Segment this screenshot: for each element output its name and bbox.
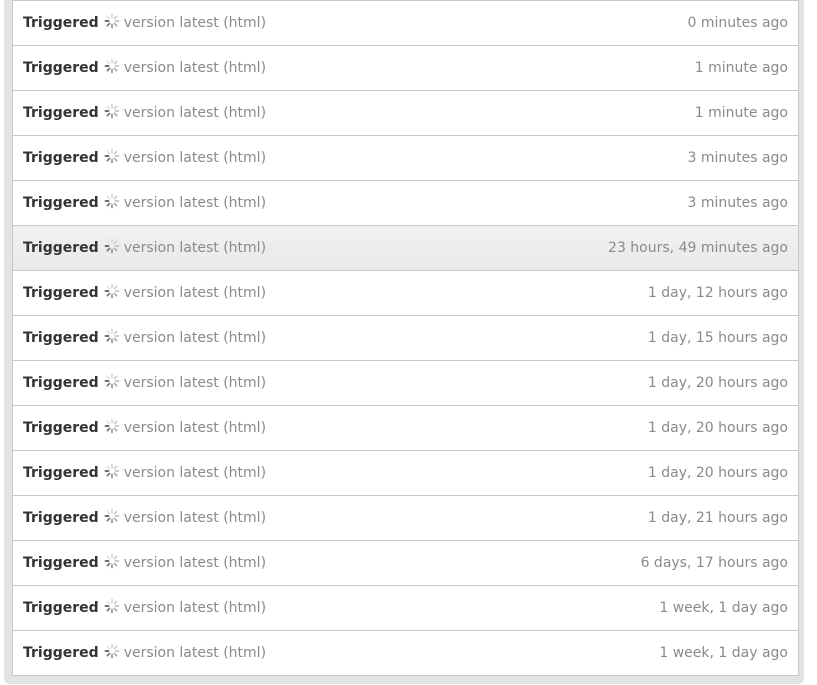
build-status-label: Triggered (23, 555, 99, 571)
build-status-label: Triggered (23, 645, 99, 661)
build-status-label: Triggered (23, 465, 99, 481)
build-row-left: Triggered version latest (html) (23, 181, 266, 225)
build-status-label: Triggered (23, 375, 99, 391)
build-row[interactable]: Triggered version latest (html) (12, 451, 799, 496)
build-timestamp: 1 week, 1 day ago (659, 600, 788, 616)
build-version[interactable]: version latest (html) (124, 195, 266, 211)
build-version[interactable]: version latest (html) (124, 240, 266, 256)
build-row[interactable]: Triggered version latest (html) (12, 316, 799, 361)
build-version[interactable]: version latest (html) (124, 15, 266, 31)
build-row[interactable]: Triggered version latest (html) (12, 406, 799, 451)
build-row-left: Triggered version latest (html) (23, 496, 266, 540)
build-row[interactable]: Triggered version latest (html) (12, 181, 799, 226)
loading-spinner-icon (104, 508, 120, 524)
build-status-label: Triggered (23, 150, 99, 166)
build-timestamp: 1 week, 1 day ago (659, 645, 788, 661)
build-timestamp: 1 day, 21 hours ago (647, 510, 788, 526)
build-version[interactable]: version latest (html) (124, 375, 266, 391)
build-row[interactable]: Triggered version latest (html) (12, 631, 799, 676)
loading-spinner-icon (104, 643, 120, 659)
build-version[interactable]: version latest (html) (124, 510, 266, 526)
build-status-label: Triggered (23, 285, 99, 301)
build-row-left: Triggered version latest (html) (23, 1, 266, 45)
build-timestamp: 6 days, 17 hours ago (640, 555, 788, 571)
build-status-label: Triggered (23, 195, 99, 211)
build-status-label: Triggered (23, 330, 99, 346)
build-version[interactable]: version latest (html) (124, 330, 266, 346)
build-row[interactable]: Triggered version latest (html) (12, 361, 799, 406)
loading-spinner-icon (104, 13, 120, 29)
build-row-left: Triggered version latest (html) (23, 226, 266, 270)
build-row-left: Triggered version latest (html) (23, 451, 266, 495)
build-version[interactable]: version latest (html) (124, 420, 266, 436)
loading-spinner-icon (104, 283, 120, 299)
build-list: Triggered version latest (html) 0 minute… (12, 0, 799, 676)
build-timestamp: 0 minutes ago (687, 15, 788, 31)
build-row-left: Triggered version latest (html) (23, 136, 266, 180)
build-timestamp: 1 minute ago (694, 60, 788, 76)
build-row-left: Triggered version latest (html) (23, 541, 266, 585)
loading-spinner-icon (104, 373, 120, 389)
build-row[interactable]: Triggered version latest (html) (12, 46, 799, 91)
build-timestamp: 1 day, 20 hours ago (647, 375, 788, 391)
build-status-label: Triggered (23, 420, 99, 436)
build-row-left: Triggered version latest (html) (23, 91, 266, 135)
build-row-left: Triggered version latest (html) (23, 361, 266, 405)
build-timestamp: 3 minutes ago (687, 150, 788, 166)
build-timestamp: 1 day, 15 hours ago (647, 330, 788, 346)
build-row[interactable]: Triggered version latest (html) (12, 271, 799, 316)
build-row[interactable]: Triggered version latest (html) (12, 1, 799, 46)
build-timestamp: 1 minute ago (694, 105, 788, 121)
build-row[interactable]: Triggered version latest (html) (12, 586, 799, 631)
build-timestamp: 1 day, 20 hours ago (647, 465, 788, 481)
build-status-label: Triggered (23, 105, 99, 121)
build-version[interactable]: version latest (html) (124, 285, 266, 301)
build-version[interactable]: version latest (html) (124, 150, 266, 166)
loading-spinner-icon (104, 148, 120, 164)
build-row-left: Triggered version latest (html) (23, 586, 266, 630)
build-row[interactable]: Triggered version latest (html) (12, 91, 799, 136)
build-status-label: Triggered (23, 15, 99, 31)
loading-spinner-icon (104, 553, 120, 569)
loading-spinner-icon (104, 598, 120, 614)
loading-spinner-icon (104, 193, 120, 209)
build-row-left: Triggered version latest (html) (23, 46, 266, 90)
build-row-left: Triggered version latest (html) (23, 271, 266, 315)
build-version[interactable]: version latest (html) (124, 645, 266, 661)
loading-spinner-icon (104, 328, 120, 344)
build-row[interactable]: Triggered version latest (html) (12, 541, 799, 586)
build-status-label: Triggered (23, 600, 99, 616)
build-row[interactable]: Triggered version latest (html) (12, 226, 799, 271)
build-timestamp: 1 day, 12 hours ago (647, 285, 788, 301)
build-status-label: Triggered (23, 60, 99, 76)
build-version[interactable]: version latest (html) (124, 60, 266, 76)
build-version[interactable]: version latest (html) (124, 465, 266, 481)
build-row[interactable]: Triggered version latest (html) (12, 136, 799, 181)
loading-spinner-icon (104, 418, 120, 434)
build-version[interactable]: version latest (html) (124, 600, 266, 616)
build-version[interactable]: version latest (html) (124, 105, 266, 121)
build-list-panel: Triggered version latest (html) 0 minute… (4, 0, 804, 684)
loading-spinner-icon (104, 58, 120, 74)
build-status-label: Triggered (23, 510, 99, 526)
build-row-left: Triggered version latest (html) (23, 631, 266, 675)
loading-spinner-icon (104, 103, 120, 119)
build-timestamp: 3 minutes ago (687, 195, 788, 211)
loading-spinner-icon (104, 238, 120, 254)
build-status-label: Triggered (23, 240, 99, 256)
build-row-left: Triggered version latest (html) (23, 316, 266, 360)
build-timestamp: 23 hours, 49 minutes ago (608, 240, 788, 256)
build-row-left: Triggered version latest (html) (23, 406, 266, 450)
build-version[interactable]: version latest (html) (124, 555, 266, 571)
build-timestamp: 1 day, 20 hours ago (647, 420, 788, 436)
loading-spinner-icon (104, 463, 120, 479)
build-row[interactable]: Triggered version latest (html) (12, 496, 799, 541)
